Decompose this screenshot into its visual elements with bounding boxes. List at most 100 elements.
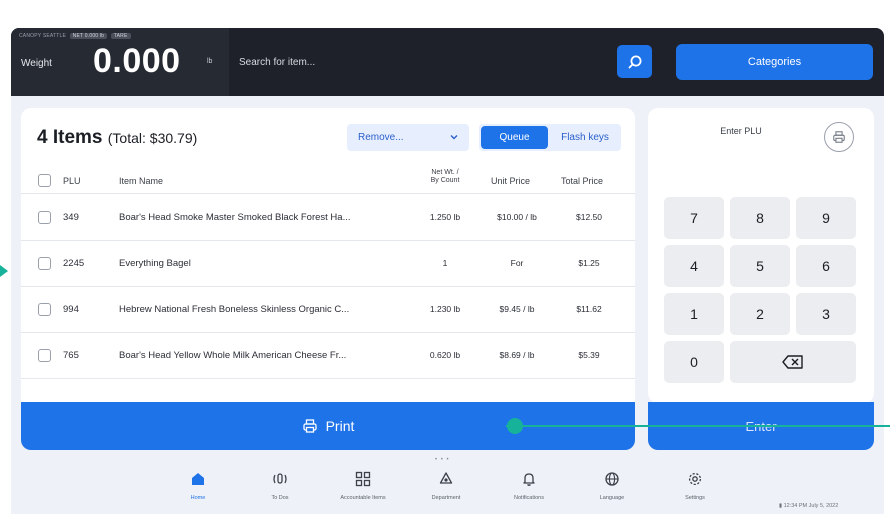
key-9[interactable]: 9 — [796, 197, 856, 239]
nav-accountable-items-label: Accountable Items — [340, 495, 386, 501]
table-row[interactable]: 765 Boar's Head Yellow Whole Milk Americ… — [21, 333, 635, 379]
row-item-name: Boar's Head Yellow Whole Milk American C… — [119, 350, 347, 361]
row-total-price: $1.25 — [578, 258, 600, 268]
cart-total: (Total: $30.79) — [107, 130, 198, 146]
nav-settings[interactable]: Settings — [660, 471, 730, 501]
tab-flash-keys[interactable]: Flash keys — [551, 126, 619, 149]
nav-notifications[interactable]: Notifications — [494, 471, 564, 501]
recycle-icon — [439, 472, 453, 484]
tab-queue[interactable]: Queue — [481, 126, 548, 149]
key-1[interactable]: 1 — [664, 293, 724, 335]
annotation-dot — [507, 418, 523, 434]
weight-unit: lb — [207, 58, 213, 65]
podcast-icon — [273, 473, 287, 484]
scale-tare-pill: TARE — [110, 33, 131, 39]
nav-department[interactable]: Department — [411, 471, 481, 501]
label-printer-button[interactable] — [824, 122, 854, 152]
key-0[interactable]: 0 — [664, 341, 724, 383]
row-checkbox[interactable] — [38, 211, 51, 224]
nav-language[interactable]: Language — [577, 471, 647, 501]
categories-button[interactable]: Categories — [676, 44, 873, 80]
nav-home[interactable]: Home — [163, 471, 233, 501]
view-toggle: Queue Flash keys — [479, 124, 621, 151]
table-row[interactable]: 2245 Everything Bagel 1 For $1.25 — [21, 241, 635, 287]
table-row[interactable]: 349 Boar's Head Smoke Master Smoked Blac… — [21, 195, 635, 241]
key-5[interactable]: 5 — [730, 245, 790, 287]
row-total-price: $5.39 — [578, 350, 600, 360]
row-plu: 765 — [63, 350, 79, 361]
column-net-line1: Net Wt. / — [431, 169, 459, 176]
scale-meta: CANOPY SEATTLE NET 0.000 lb TARE — [19, 33, 131, 39]
row-item-name: Hebrew National Fresh Boneless Skinless … — [119, 304, 350, 315]
row-plu: 994 — [63, 304, 79, 315]
cart-panel: 4 Items (Total: $30.79) Remove... Queue … — [21, 108, 635, 448]
row-unit-price: $10.00 / lb — [497, 212, 537, 222]
signal-icon: ▮ — [779, 503, 783, 509]
chevron-down-icon — [450, 135, 458, 140]
nav-home-label: Home — [190, 495, 206, 501]
row-total-price: $11.62 — [576, 304, 602, 314]
search-input[interactable]: Search for item... — [239, 57, 315, 68]
row-net-weight: 1.250 lb — [429, 212, 461, 222]
column-plu: PLU — [63, 176, 81, 186]
column-net-weight: Net Wt. / By Count — [423, 169, 467, 185]
row-checkbox[interactable] — [38, 303, 51, 316]
plu-entry-field[interactable]: Enter PLU — [648, 126, 834, 136]
key-3[interactable]: 3 — [796, 293, 856, 335]
key-7[interactable]: 7 — [664, 197, 724, 239]
row-unit-price: $9.45 / lb — [499, 304, 535, 314]
annotation-line — [506, 425, 890, 427]
search-button[interactable] — [617, 45, 652, 78]
column-item-name: Item Name — [119, 176, 164, 186]
search-icon — [628, 55, 641, 68]
scale-net-pill: NET 0.000 lb — [69, 33, 108, 39]
bell-icon — [523, 473, 535, 486]
gear-icon — [688, 472, 702, 486]
row-net-weight: 1.230 lb — [429, 304, 461, 314]
print-button-label: Print — [325, 418, 355, 434]
nav-language-label: Language — [599, 495, 625, 501]
row-total-price: $12.50 — [576, 212, 602, 222]
globe-icon — [605, 472, 619, 486]
nav-todos-label: To Dos — [271, 495, 289, 501]
row-net-weight: 0.620 lb — [429, 350, 461, 360]
table-row[interactable]: 994 Hebrew National Fresh Boneless Skinl… — [21, 287, 635, 333]
status-date: July 5, 2022 — [808, 503, 839, 509]
row-plu: 349 — [63, 212, 79, 223]
nav-department-label: Department — [431, 495, 461, 501]
row-checkbox[interactable] — [38, 257, 51, 270]
table-header: PLU Item Name Net Wt. / By Count Unit Pr… — [21, 166, 635, 194]
remove-dropdown[interactable]: Remove... — [347, 124, 469, 151]
scale-meta-text: CANOPY SEATTLE — [19, 33, 67, 39]
printer-icon — [302, 419, 317, 433]
top-bar: CANOPY SEATTLE NET 0.000 lb TARE Weight … — [11, 28, 884, 96]
scale-display: CANOPY SEATTLE NET 0.000 lb TARE Weight … — [11, 28, 229, 96]
weight-label: Weight — [21, 58, 52, 69]
row-unit-price: For — [510, 258, 524, 268]
annotation-arrow — [0, 265, 8, 277]
nav-todos[interactable]: To Dos — [245, 471, 315, 501]
nav-settings-label: Settings — [685, 495, 705, 501]
plu-keypad-panel: Enter PLU 7 8 9 4 5 6 1 2 3 0 — [648, 108, 874, 403]
pos-app: CANOPY SEATTLE NET 0.000 lb TARE Weight … — [11, 28, 884, 514]
select-all-checkbox[interactable] — [38, 174, 51, 187]
nav-accountable-items[interactable]: Accountable Items — [328, 471, 398, 501]
row-item-name: Everything Bagel — [119, 258, 191, 269]
item-count: 4 Items — [37, 127, 103, 148]
key-2[interactable]: 2 — [730, 293, 790, 335]
backspace-button[interactable] — [730, 341, 856, 383]
column-total-price: Total Price — [561, 176, 604, 186]
key-4[interactable]: 4 — [664, 245, 724, 287]
key-6[interactable]: 6 — [796, 245, 856, 287]
row-checkbox[interactable] — [38, 349, 51, 362]
nav-notifications-label: Notifications — [514, 495, 544, 501]
row-net-weight: 1 — [442, 258, 448, 268]
column-net-line2: By Count — [430, 177, 460, 184]
row-unit-price: $8.69 / lb — [499, 350, 535, 360]
grid-icon — [355, 471, 371, 487]
weight-value: 0.000 — [93, 42, 181, 80]
status-bar: ▮ 12:34 PM July 5, 2022 — [779, 503, 838, 509]
row-item-name: Boar's Head Smoke Master Smoked Black Fo… — [119, 212, 351, 223]
key-8[interactable]: 8 — [730, 197, 790, 239]
status-time: 12:34 PM — [783, 503, 808, 509]
